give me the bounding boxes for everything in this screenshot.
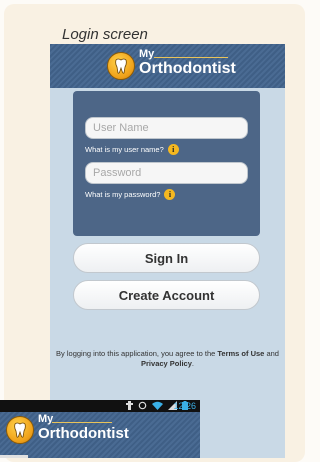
terms-of-use-link[interactable]: Terms of Use bbox=[217, 349, 264, 358]
wifi-icon bbox=[152, 401, 163, 410]
tooth-logo-icon bbox=[107, 52, 135, 80]
username-help-link[interactable]: What is my user name? i bbox=[85, 144, 179, 155]
terms-and: and bbox=[266, 349, 279, 358]
app-header: My Orthodontist bbox=[50, 44, 285, 88]
usb-icon bbox=[126, 401, 133, 410]
app-header-second: My Orthodontist bbox=[0, 412, 200, 458]
privacy-policy-link[interactable]: Privacy Policy bbox=[141, 359, 192, 368]
username-help-label: What is my user name? bbox=[85, 145, 164, 154]
login-screen: My Orthodontist What is my user name? i … bbox=[50, 44, 285, 458]
terms-prefix: By logging into this application, you ag… bbox=[56, 349, 216, 358]
info-icon[interactable]: i bbox=[167, 144, 179, 155]
password-help-label: What is my password? bbox=[85, 190, 161, 199]
logo-text-my: My bbox=[38, 413, 54, 425]
password-help-link[interactable]: What is my password? i bbox=[85, 189, 176, 200]
sync-icon bbox=[138, 401, 147, 410]
login-form-panel: What is my user name? i What is my passw… bbox=[73, 91, 260, 236]
logo-text-my: My bbox=[139, 48, 155, 60]
logo-divider bbox=[52, 422, 112, 423]
terms-notice: By logging into this application, you ag… bbox=[50, 349, 285, 369]
password-input[interactable] bbox=[85, 162, 248, 184]
info-icon[interactable]: i bbox=[164, 189, 176, 200]
logo-divider bbox=[154, 57, 228, 58]
create-account-button[interactable]: Create Account bbox=[73, 280, 260, 310]
username-input[interactable] bbox=[85, 117, 248, 139]
status-bar: 12:26 bbox=[0, 400, 200, 412]
terms-suffix: . bbox=[191, 359, 194, 368]
logo-text-orthodontist: Orthodontist bbox=[139, 60, 236, 77]
status-time: 12:26 bbox=[173, 401, 196, 411]
sign-in-button[interactable]: Sign In bbox=[73, 243, 260, 273]
second-phone-screen: 12:26 My Orthodontist bbox=[0, 400, 200, 458]
logo-text-orthodontist: Orthodontist bbox=[38, 425, 129, 442]
figure-caption: Login screen bbox=[62, 26, 148, 43]
tooth-logo-icon bbox=[6, 416, 34, 444]
